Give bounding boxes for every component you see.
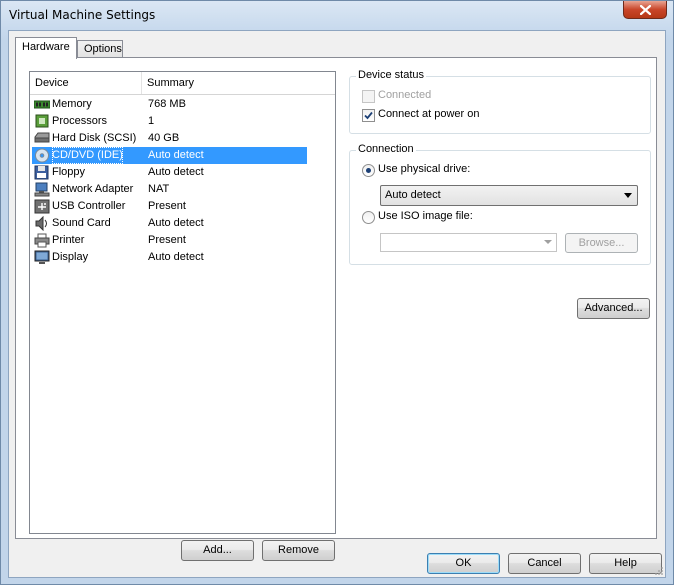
- chevron-down-icon: [624, 193, 632, 198]
- ok-button-label: OK: [455, 557, 472, 569]
- cancel-button-label: Cancel: [527, 557, 562, 569]
- physical-drive-value: Auto detect: [385, 189, 441, 201]
- device-name: Printer: [52, 234, 85, 246]
- iso-image-path-input[interactable]: [380, 233, 557, 252]
- device-name: Memory: [52, 98, 92, 110]
- dialog-client-area: Hardware Options Device Summary Memory 7…: [8, 30, 666, 578]
- list-header: Device Summary: [30, 72, 335, 95]
- advanced-button-label: Advanced...: [584, 302, 643, 314]
- remove-button[interactable]: Remove: [262, 540, 335, 561]
- help-button-label: Help: [614, 557, 637, 569]
- tab-hardware[interactable]: Hardware: [15, 37, 77, 59]
- device-name: USB Controller: [52, 200, 126, 212]
- connection-group: Connection Use physical drive: Auto dete…: [349, 143, 651, 265]
- device-summary: 768 MB: [148, 98, 186, 110]
- ok-button[interactable]: OK: [427, 553, 500, 574]
- column-header-device[interactable]: Device: [30, 72, 141, 94]
- device-summary: Auto detect: [148, 251, 204, 263]
- device-name: Processors: [52, 115, 108, 127]
- close-icon: [639, 4, 651, 15]
- device-name: CD/DVD (IDE): [52, 147, 123, 164]
- device-summary: NAT: [148, 183, 170, 195]
- memory-icon: [34, 100, 50, 109]
- tab-options[interactable]: Options: [77, 40, 123, 57]
- chevron-down-icon: [544, 240, 552, 244]
- device-name: Sound Card: [52, 217, 111, 229]
- device-status-group: Device status Connected Connect at power…: [349, 69, 651, 134]
- checkmark-icon: [364, 111, 373, 120]
- title-bar[interactable]: Virtual Machine Settings: [1, 1, 673, 31]
- cancel-button[interactable]: Cancel: [508, 553, 581, 574]
- use-physical-drive-radio[interactable]: [362, 164, 375, 177]
- hard-disk-icon: [34, 132, 50, 143]
- device-list[interactable]: Device Summary Memory 768 MB Processors …: [29, 71, 336, 534]
- tab-options-label: Options: [84, 43, 122, 55]
- advanced-button[interactable]: Advanced...: [577, 298, 650, 319]
- device-summary: Present: [148, 234, 186, 246]
- device-name: Floppy: [52, 166, 86, 178]
- browse-button-label: Browse...: [578, 237, 625, 249]
- usb-icon: [34, 199, 50, 214]
- connected-checkbox[interactable]: [362, 90, 375, 103]
- remove-button-label: Remove: [278, 544, 319, 556]
- device-summary: 1: [148, 115, 155, 127]
- resize-grip-icon[interactable]: [654, 566, 664, 576]
- device-row-memory[interactable]: Memory 768 MB: [32, 96, 307, 113]
- connected-label: Connected: [378, 89, 432, 101]
- network-adapter-icon: [34, 182, 50, 197]
- processor-icon: [35, 114, 49, 128]
- hardware-tab-panel: Device Summary Memory 768 MB Processors …: [15, 57, 657, 561]
- sound-card-icon: [35, 216, 47, 231]
- column-header-summary[interactable]: Summary: [142, 72, 322, 94]
- device-row-floppy[interactable]: Floppy Auto detect: [32, 164, 307, 181]
- device-status-title: Device status: [356, 69, 427, 81]
- device-row-usb-controller[interactable]: USB Controller Present: [32, 198, 307, 215]
- device-name: Display: [52, 251, 89, 263]
- device-row-sound-card[interactable]: Sound Card Auto detect: [32, 215, 307, 232]
- radio-dot: [366, 168, 371, 173]
- device-summary: Auto detect: [148, 217, 204, 229]
- use-iso-image-label: Use ISO image file:: [378, 210, 473, 222]
- device-row-processors[interactable]: Processors 1: [32, 113, 307, 130]
- tab-hardware-label: Hardware: [22, 41, 70, 53]
- browse-button[interactable]: Browse...: [565, 233, 638, 253]
- device-row-display[interactable]: Display Auto detect: [32, 249, 307, 266]
- physical-drive-select[interactable]: Auto detect: [380, 185, 638, 206]
- device-summary: Present: [148, 200, 186, 212]
- device-row-cd-dvd[interactable]: CD/DVD (IDE) Auto detect: [32, 147, 307, 164]
- cd-dvd-icon: [35, 148, 49, 163]
- add-button-label: Add...: [203, 544, 232, 556]
- device-name: Hard Disk (SCSI): [52, 132, 137, 144]
- device-row-hard-disk[interactable]: Hard Disk (SCSI) 40 GB: [32, 130, 307, 147]
- device-summary: 40 GB: [148, 132, 180, 144]
- device-row-network-adapter[interactable]: Network Adapter NAT: [32, 181, 307, 198]
- device-name: Network Adapter: [52, 183, 134, 195]
- printer-icon: [34, 233, 50, 248]
- settings-window: Virtual Machine Settings Hardware Option…: [0, 0, 674, 585]
- column-device-label: Device: [35, 77, 69, 89]
- use-physical-drive-label: Use physical drive:: [378, 163, 471, 175]
- device-summary: Auto detect: [148, 149, 204, 161]
- window-title: Virtual Machine Settings: [9, 8, 156, 22]
- connect-at-power-on-checkbox[interactable]: [362, 109, 375, 122]
- display-icon: [34, 250, 50, 264]
- device-row-printer[interactable]: Printer Present: [32, 232, 307, 249]
- help-button[interactable]: Help: [589, 553, 662, 574]
- device-summary: Auto detect: [148, 166, 204, 178]
- use-iso-image-radio[interactable]: [362, 211, 375, 224]
- connect-at-power-on-label: Connect at power on: [378, 108, 480, 120]
- close-button[interactable]: [623, 1, 667, 19]
- column-summary-label: Summary: [147, 77, 195, 89]
- connection-title: Connection: [356, 143, 416, 155]
- floppy-icon: [34, 165, 49, 180]
- add-button[interactable]: Add...: [181, 540, 254, 561]
